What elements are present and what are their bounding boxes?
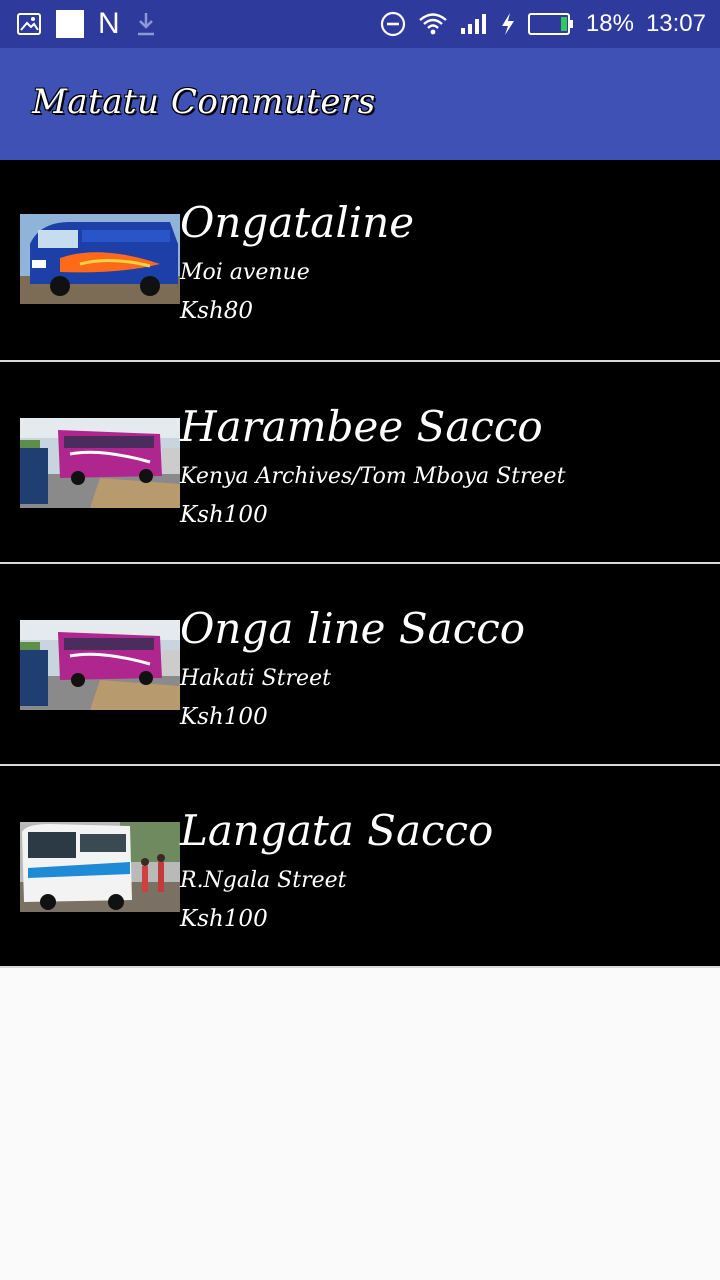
route-street: R.Ngala Street xyxy=(180,868,347,893)
list-item-ongataline[interactable]: Ongataline Moi avenue Ksh80 xyxy=(0,160,720,362)
charging-icon xyxy=(500,12,516,36)
wifi-icon xyxy=(418,12,448,36)
bus-white-thumbnail xyxy=(20,822,180,912)
matatu-pink-thumbnail xyxy=(20,418,180,508)
route-fare: Ksh100 xyxy=(180,704,268,730)
route-street: Moi avenue xyxy=(180,260,310,285)
clock: 13:07 xyxy=(645,10,706,37)
route-street: Hakati Street xyxy=(180,666,331,691)
route-fare: Ksh100 xyxy=(180,906,268,932)
matatu-blue-thumbnail xyxy=(20,214,180,304)
signal-icon xyxy=(460,13,488,35)
route-name: Harambee Sacco xyxy=(180,402,543,451)
battery-icon xyxy=(527,12,574,36)
dnd-icon xyxy=(380,11,406,37)
route-name: Langata Sacco xyxy=(180,806,494,855)
matatu-pink-thumbnail xyxy=(20,620,180,710)
list-item-langata-sacco[interactable]: Langata Sacco R.Ngala Street Ksh100 xyxy=(0,766,720,968)
route-fare: Ksh100 xyxy=(180,502,268,528)
n-icon: N xyxy=(98,7,120,40)
notification-icons: N xyxy=(16,7,158,40)
status-bar: N 18% 13:07 xyxy=(0,0,720,48)
app-bar: Matatu Commuters xyxy=(0,48,720,160)
route-name: Ongataline xyxy=(180,198,415,247)
image-icon xyxy=(16,11,42,37)
list-item-onga-line-sacco[interactable]: Onga line Sacco Hakati Street Ksh100 xyxy=(0,564,720,766)
white-square-icon xyxy=(56,10,84,38)
route-fare: Ksh80 xyxy=(180,298,254,324)
battery-percent: 18% xyxy=(585,10,634,37)
download-icon xyxy=(134,10,158,38)
system-icons: 18% 13:07 xyxy=(380,8,706,40)
route-name: Onga line Sacco xyxy=(180,604,526,653)
route-list: Ongataline Moi avenue Ksh80 Harambee Sac… xyxy=(0,160,720,968)
list-item-harambee-sacco[interactable]: Harambee Sacco Kenya Archives/Tom Mboya … xyxy=(0,362,720,564)
route-street: Kenya Archives/Tom Mboya Street xyxy=(180,464,566,489)
app-title: Matatu Commuters xyxy=(32,82,376,122)
